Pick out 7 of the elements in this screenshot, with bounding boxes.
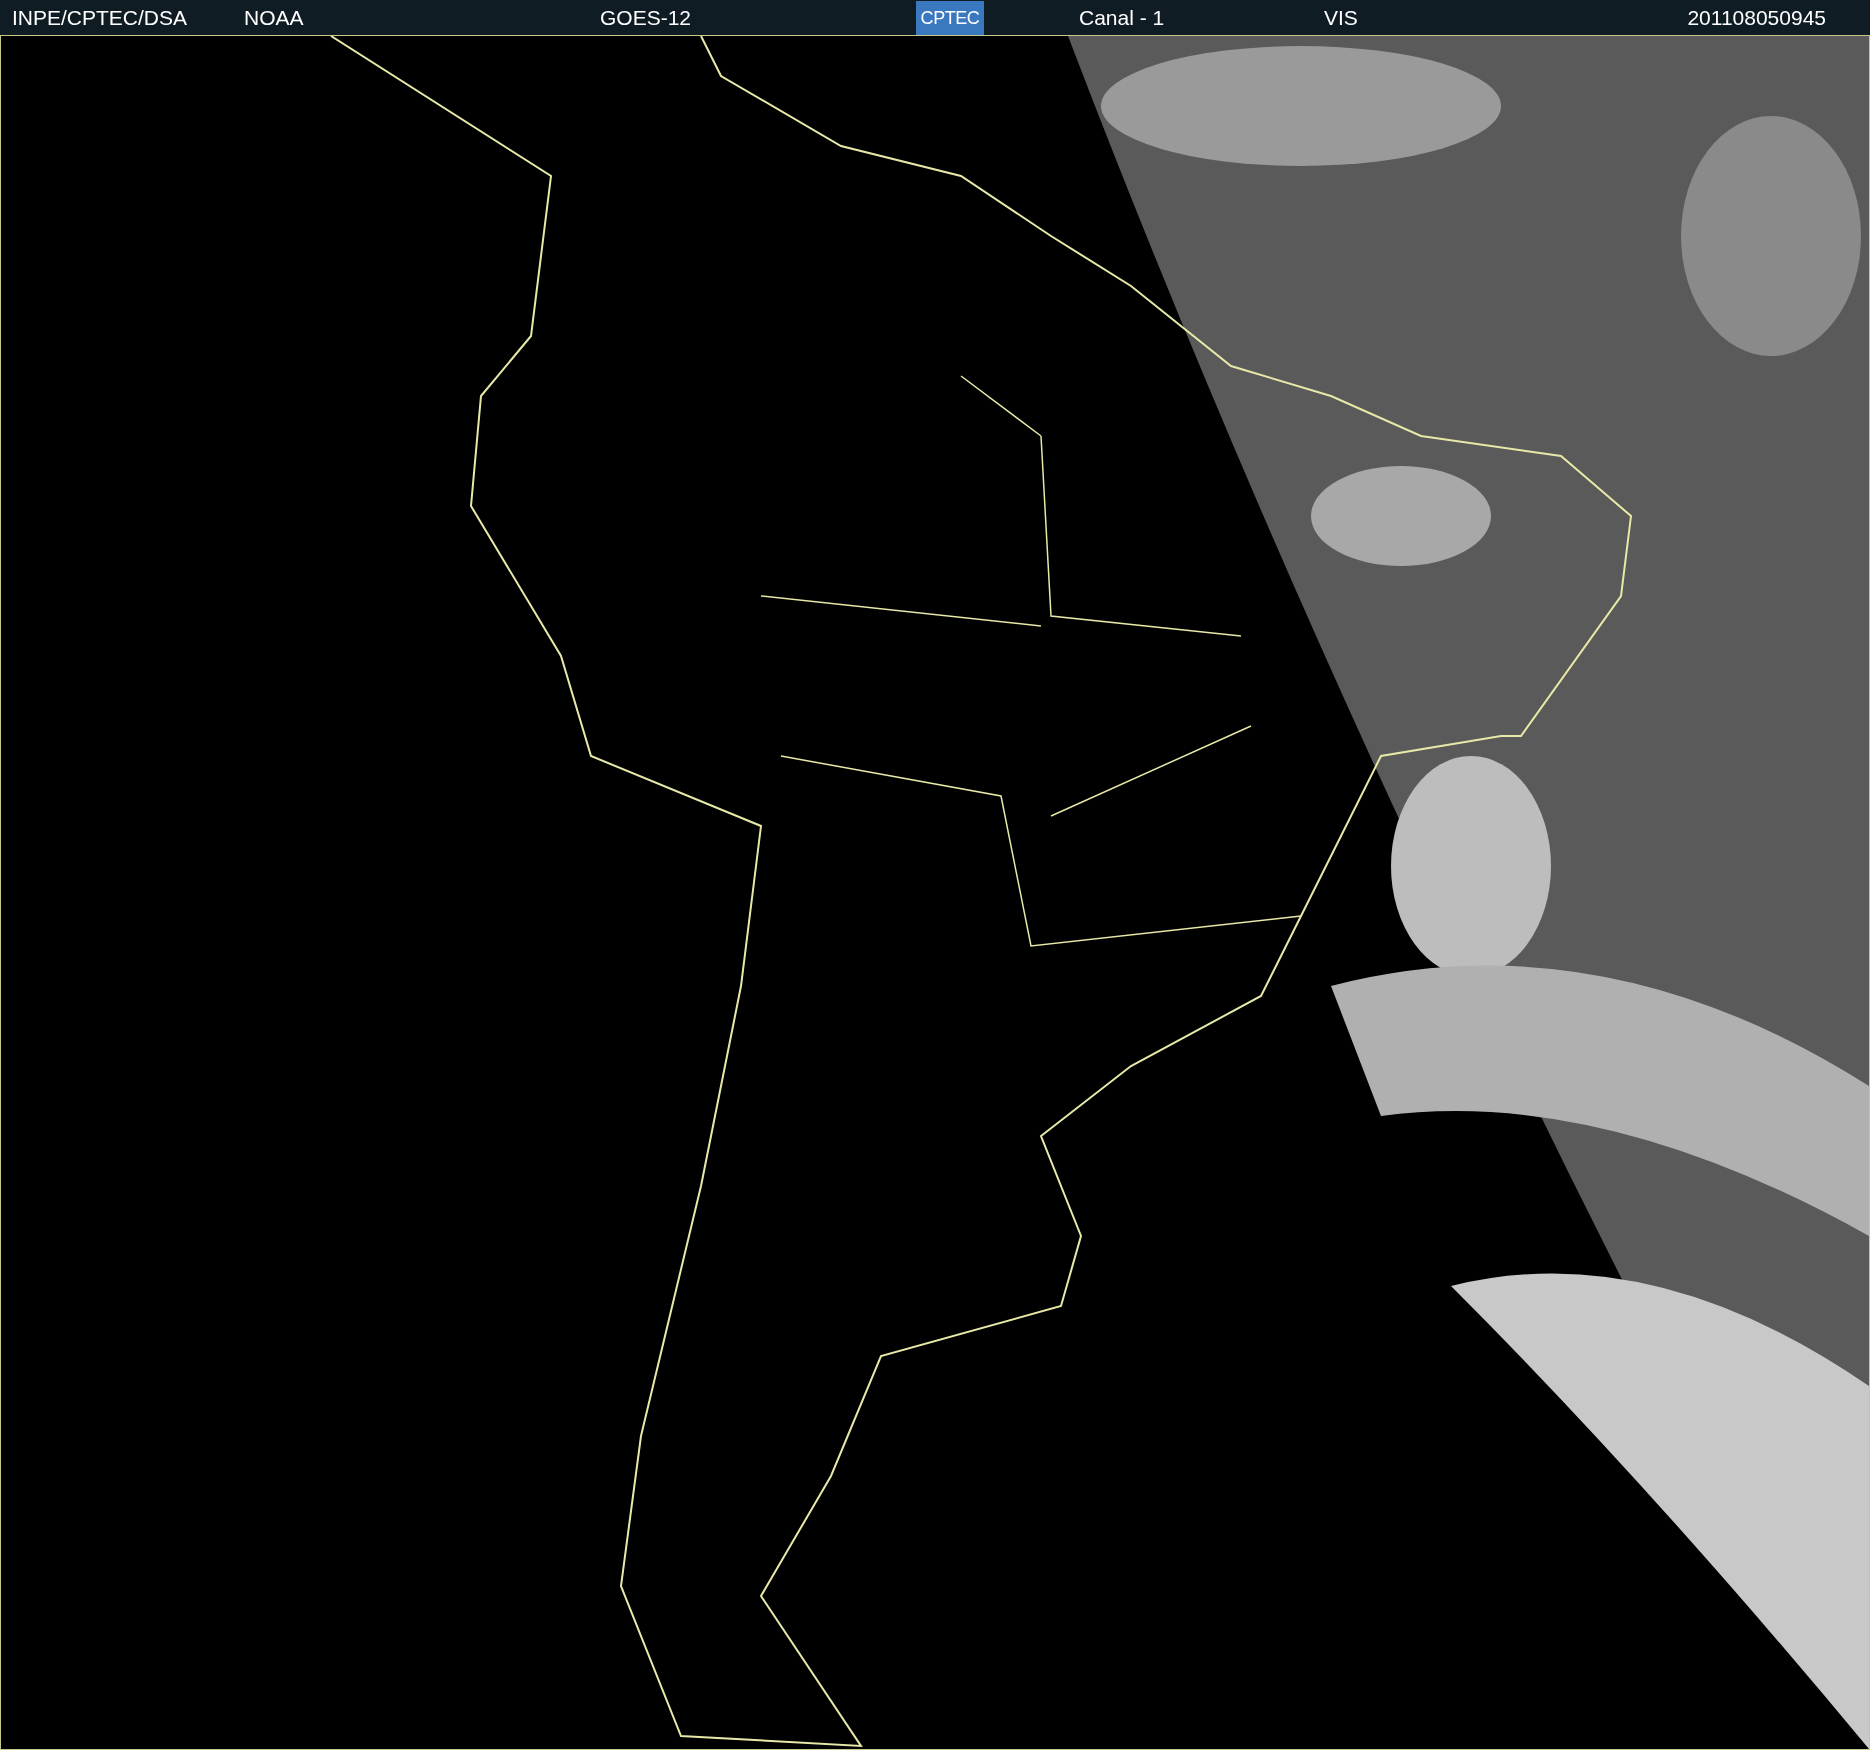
logo: CPTEC	[916, 1, 984, 35]
header-label: GOES-12	[600, 6, 692, 30]
header-label: INPE/CPTEC/DSA	[12, 6, 188, 30]
header-label: NOAA	[244, 6, 304, 30]
header-label: 201108050945	[1687, 6, 1826, 30]
header-label: VIS	[1324, 6, 1358, 30]
header-label: Canal - 1	[1079, 6, 1165, 30]
